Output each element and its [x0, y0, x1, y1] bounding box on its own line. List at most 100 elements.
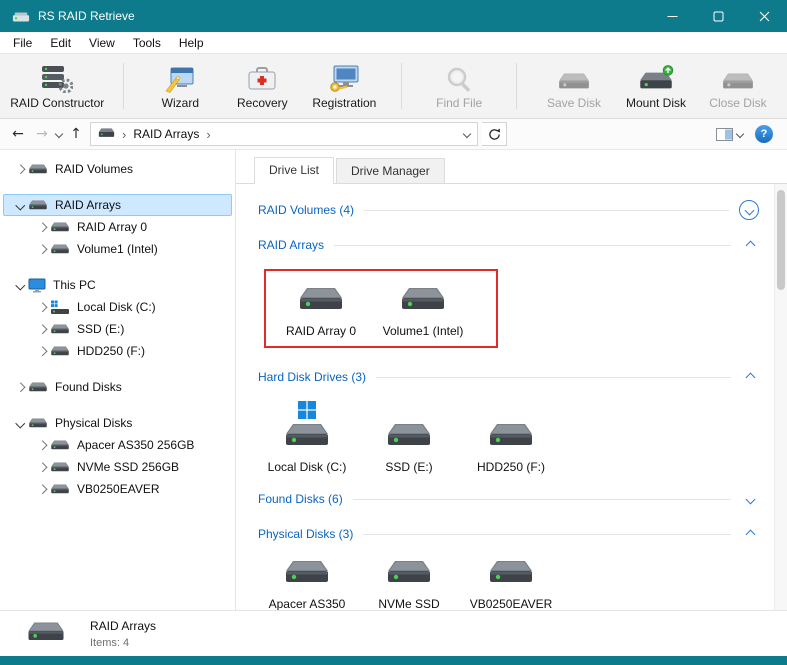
sidebar-item-raid-volumes[interactable]: RAID Volumes	[3, 158, 232, 180]
drive-icon	[28, 381, 48, 394]
preview-pane-button[interactable]	[712, 126, 747, 143]
section-items: Local Disk (C:) SSD (E:) HDD250 (F:)	[264, 401, 759, 474]
address-dropdown-button[interactable]	[462, 129, 472, 139]
sidebar-item-raid-arrays[interactable]: RAID Arrays	[3, 194, 232, 216]
chevron-right-icon[interactable]	[12, 382, 28, 392]
close-button[interactable]	[741, 0, 787, 32]
chevron-glyph	[745, 529, 755, 539]
find-file-icon	[444, 63, 474, 93]
toolbar-button-wizard[interactable]: Wizard	[139, 60, 221, 113]
section-collapse-button[interactable]	[741, 368, 759, 386]
section-title: Found Disks (6)	[258, 492, 343, 506]
registration-icon	[328, 63, 360, 93]
drive-tile-apacer-as350[interactable]: Apacer AS350	[264, 558, 350, 610]
tree-item-label: RAID Arrays	[55, 198, 122, 212]
chevron-down-icon	[462, 129, 472, 139]
menu-item-view[interactable]: View	[80, 34, 124, 52]
sidebar-item-found-disks[interactable]: Found Disks	[3, 376, 232, 398]
help-button[interactable]: ?	[755, 125, 773, 143]
drive-tile-ssd-e[interactable]: SSD (E:)	[366, 421, 452, 474]
chevron-down-icon[interactable]	[12, 280, 28, 290]
toolbar-button-raid-constructor[interactable]: RAID Constructor	[8, 60, 107, 113]
breadcrumb[interactable]: RAID Arrays	[90, 122, 478, 146]
vertical-scrollbar[interactable]	[774, 184, 787, 610]
toolbar-button-save-disk: Save Disk	[533, 60, 615, 113]
status-bar: RAID Arrays Items: 4	[0, 610, 787, 656]
sidebar-item-vb0250eaver[interactable]: VB0250EAVER	[3, 478, 232, 500]
sidebar-item-hdd250-f[interactable]: HDD250 (F:)	[3, 340, 232, 362]
maximize-button[interactable]	[695, 0, 741, 32]
drive-icon	[28, 199, 48, 212]
breadcrumb-item[interactable]: RAID Arrays	[133, 127, 199, 141]
section-title: Hard Disk Drives (3)	[258, 370, 367, 384]
section-expand-button[interactable]	[739, 200, 759, 220]
sidebar-item-ssd-e[interactable]: SSD (E:)	[3, 318, 232, 340]
tree-item-label: HDD250 (F:)	[77, 344, 146, 358]
back-button[interactable]: ←	[8, 126, 28, 142]
drive-tile-label: VB0250EAVER	[469, 597, 553, 610]
pane-dropdown-button[interactable]	[735, 129, 745, 139]
up-button[interactable]: ↑	[66, 126, 86, 142]
chevron-glyph	[37, 324, 47, 334]
forward-button[interactable]: →	[32, 126, 52, 142]
tab-drive-manager[interactable]: Drive Manager	[336, 158, 445, 183]
history-dropdown-button[interactable]	[54, 129, 64, 139]
chevron-right-icon[interactable]	[34, 440, 50, 450]
chevron-glyph	[745, 494, 755, 504]
section-collapse-button[interactable]	[741, 525, 759, 543]
breadcrumb-separator-icon[interactable]	[206, 127, 210, 142]
scrollbar-thumb[interactable]	[777, 190, 785, 290]
section-title: Physical Disks (3)	[258, 527, 354, 541]
toolbar-button-recovery[interactable]: Recovery	[221, 60, 303, 113]
toolbar-button-label: Wizard	[161, 95, 199, 110]
sidebar-item-raid-array-0[interactable]: RAID Array 0	[3, 216, 232, 238]
menu-item-tools[interactable]: Tools	[124, 34, 170, 52]
chevron-right-icon[interactable]	[34, 462, 50, 472]
tab-drive-list[interactable]: Drive List	[254, 157, 335, 184]
drive-tile-volume1-intel[interactable]: Volume1 (Intel)	[380, 285, 466, 338]
drive-icon	[50, 323, 70, 336]
section-items: Apacer AS350 NVMe SSD VB0250EAVER	[264, 558, 759, 610]
sidebar-item-volume1-intel[interactable]: Volume1 (Intel)	[3, 238, 232, 260]
chevron-right-icon[interactable]	[34, 484, 50, 494]
section-collapse-button[interactable]	[741, 236, 759, 254]
drive-tile-label: SSD (E:)	[385, 460, 433, 474]
drive-tile-nvme-ssd[interactable]: NVMe SSD	[366, 558, 452, 610]
chevron-glyph	[15, 382, 25, 392]
chevron-right-icon[interactable]	[34, 346, 50, 356]
toolbar-button-mount-disk[interactable]: Mount Disk	[615, 60, 697, 113]
sidebar-item-nvme-ssd-256gb[interactable]: NVMe SSD 256GB	[3, 456, 232, 478]
section-expand-button[interactable]	[741, 490, 759, 508]
tab-bar: Drive List Drive Manager	[236, 150, 787, 184]
chevron-down-icon[interactable]	[12, 200, 28, 210]
drive-tile-raid-array-0[interactable]: RAID Array 0	[278, 285, 364, 338]
drive-tile-vb0250eaver[interactable]: VB0250EAVER	[468, 558, 554, 610]
minimize-icon	[667, 15, 677, 17]
minimize-button[interactable]	[649, 0, 695, 32]
chevron-right-icon[interactable]	[34, 244, 50, 254]
chevron-right-icon[interactable]	[12, 164, 28, 174]
sidebar-item-apacer-as350-256gb[interactable]: Apacer AS350 256GB	[3, 434, 232, 456]
toolbar-button-find-file: Find File	[418, 60, 500, 113]
chevron-right-icon[interactable]	[34, 324, 50, 334]
chevron-glyph	[37, 440, 47, 450]
sidebar-item-physical-disks[interactable]: Physical Disks	[3, 412, 232, 434]
menu-item-file[interactable]: File	[4, 34, 41, 52]
toolbar-button-registration[interactable]: Registration	[303, 60, 385, 113]
chevron-down-icon[interactable]	[12, 418, 28, 428]
drive-tile-hdd250-f[interactable]: HDD250 (F:)	[468, 421, 554, 474]
section-divider	[364, 209, 729, 211]
menu-item-help[interactable]: Help	[170, 34, 213, 52]
menu-item-edit[interactable]: Edit	[41, 34, 80, 52]
chevron-right-icon[interactable]	[34, 302, 50, 312]
chevron-glyph	[37, 346, 47, 356]
sidebar-item-local-disk-c[interactable]: Local Disk (C:)	[3, 296, 232, 318]
drive-tile-local-disk-c[interactable]: Local Disk (C:)	[264, 401, 350, 474]
toolbar-button-label: Mount Disk	[625, 95, 686, 110]
status-selection-title: RAID Arrays	[90, 618, 157, 633]
refresh-button[interactable]	[482, 122, 507, 146]
tree-item-label: RAID Array 0	[77, 220, 148, 234]
sidebar-item-this-pc[interactable]: This PC	[3, 274, 232, 296]
drive-icon	[50, 461, 70, 474]
chevron-right-icon[interactable]	[34, 222, 50, 232]
